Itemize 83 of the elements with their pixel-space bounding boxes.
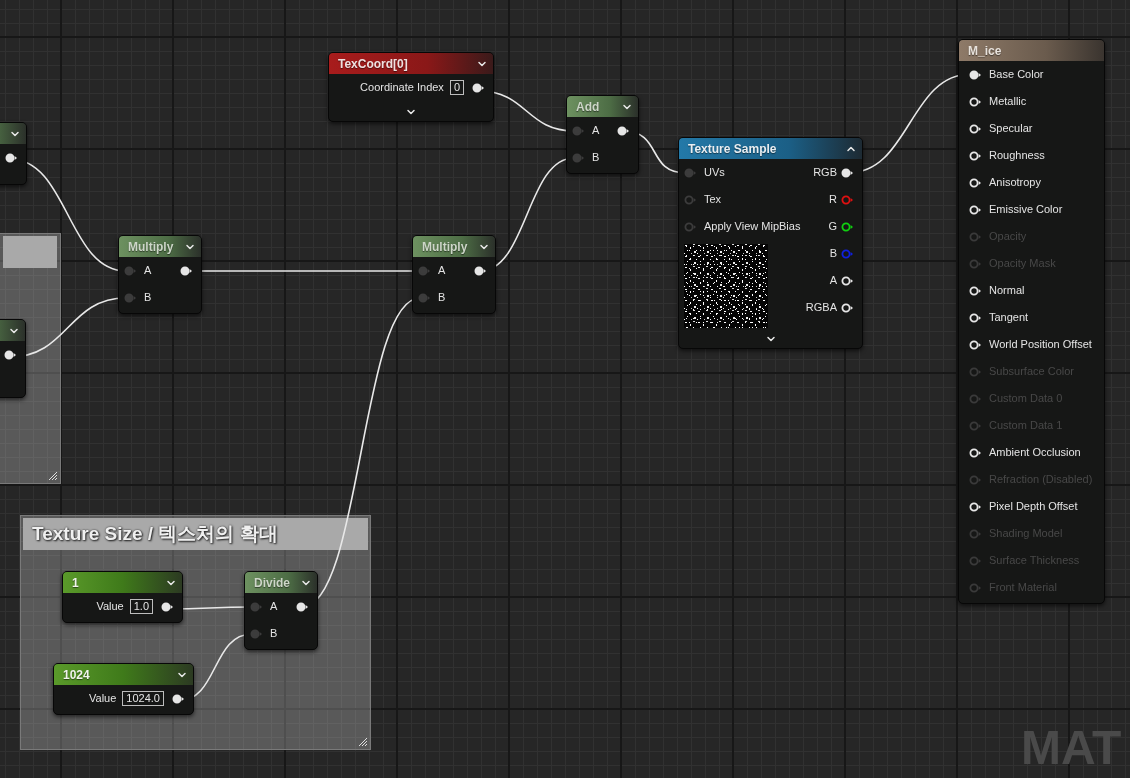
pin-icon[interactable] bbox=[969, 312, 983, 323]
node-title: M_ice bbox=[968, 42, 1002, 60]
node-title: Texture Sample bbox=[688, 140, 777, 158]
pin-icon[interactable] bbox=[969, 447, 983, 458]
pin-icon[interactable] bbox=[841, 167, 855, 178]
pin-label: Tangent bbox=[989, 310, 1029, 326]
pin-label: World Position Offset bbox=[989, 337, 1092, 353]
pin-label: Ambient Occlusion bbox=[989, 445, 1081, 461]
pin-label: Roughness bbox=[989, 148, 1045, 164]
pin-icon[interactable] bbox=[969, 69, 983, 80]
node-title: Multiply bbox=[422, 238, 468, 256]
pin-label: Base Color bbox=[989, 67, 1044, 83]
pin-label: UVs bbox=[704, 165, 725, 181]
node[interactable]: 1 Value 1.0 bbox=[62, 571, 183, 623]
pin-label: A bbox=[592, 123, 600, 139]
pin-label: A bbox=[270, 599, 278, 615]
pin-icon[interactable] bbox=[969, 123, 983, 134]
resize-handle-icon[interactable] bbox=[358, 737, 368, 747]
pin-label: Metallic bbox=[989, 94, 1027, 110]
pin-label: A bbox=[829, 273, 837, 289]
value-field[interactable]: 1.0 bbox=[129, 599, 153, 614]
pin-icon[interactable] bbox=[969, 204, 983, 215]
node[interactable]: Multiply A B bbox=[118, 235, 202, 314]
node-title: Divide bbox=[254, 574, 290, 592]
pin-label: Normal bbox=[989, 283, 1025, 299]
node[interactable]: TexCoord[0] Coordinate Index 0 bbox=[328, 52, 494, 122]
node[interactable]: Add A B bbox=[566, 95, 639, 174]
pin-label: B bbox=[829, 246, 837, 262]
resize-handle-icon[interactable] bbox=[48, 471, 58, 481]
pin-label: Specular bbox=[989, 121, 1033, 137]
property-label: Value bbox=[96, 599, 124, 615]
node-title: TexCoord[0] bbox=[338, 55, 408, 73]
node-title: 1024 bbox=[63, 666, 90, 684]
pin-label: B bbox=[270, 626, 278, 642]
pin-icon[interactable] bbox=[617, 125, 631, 136]
pin-icon[interactable] bbox=[969, 150, 983, 161]
node[interactable] bbox=[958, 39, 1105, 604]
pin-label: B bbox=[144, 290, 152, 306]
node-header[interactable]: TexCoord[0] bbox=[329, 53, 493, 74]
pin-icon[interactable] bbox=[296, 601, 310, 612]
pin-label: Emissive Color bbox=[989, 202, 1063, 218]
pin-label: Anisotropy bbox=[989, 175, 1041, 191]
node-title: Add bbox=[576, 98, 600, 116]
property-label: Value bbox=[89, 691, 117, 707]
pin-label: RGBA bbox=[805, 300, 837, 316]
pin-label: B bbox=[438, 290, 446, 306]
node[interactable]: Divide A B bbox=[244, 571, 318, 650]
pin-label: Pixel Depth Offset bbox=[989, 499, 1078, 515]
pin-icon[interactable] bbox=[841, 221, 855, 232]
pin-icon[interactable] bbox=[841, 275, 855, 286]
pin-label: Apply View MipBias bbox=[704, 219, 801, 235]
property-label: Coordinate Index bbox=[360, 80, 444, 96]
pin-icon[interactable] bbox=[4, 349, 18, 360]
node-title: 1 bbox=[72, 574, 79, 592]
value-field[interactable]: 1024.0 bbox=[122, 691, 164, 706]
comment-title: Texture Size / 텍스처의 확대 bbox=[32, 521, 278, 546]
pin-label: A bbox=[144, 263, 152, 279]
pin-icon[interactable] bbox=[474, 265, 488, 276]
value-field[interactable]: 0 bbox=[449, 80, 464, 95]
pin-icon[interactable] bbox=[841, 302, 855, 313]
pin-label: B bbox=[592, 150, 600, 166]
pin-icon[interactable] bbox=[172, 693, 186, 704]
pin-icon[interactable] bbox=[969, 177, 983, 188]
pin-label: A bbox=[438, 263, 446, 279]
pin-icon[interactable] bbox=[5, 152, 19, 163]
node-header[interactable]: 1024 bbox=[54, 664, 193, 685]
pin-icon[interactable] bbox=[969, 501, 983, 512]
pin-label: RGB bbox=[813, 165, 837, 181]
pin-label: R bbox=[829, 192, 837, 208]
node-title: Multiply bbox=[128, 238, 174, 256]
pin-icon[interactable] bbox=[969, 96, 983, 107]
pin-icon[interactable] bbox=[969, 339, 983, 350]
node[interactable]: Multiply A B bbox=[412, 235, 496, 314]
pin-icon[interactable] bbox=[161, 601, 175, 612]
pin-icon[interactable] bbox=[472, 82, 486, 93]
node-header[interactable]: M_ice bbox=[959, 40, 1104, 61]
pin-icon[interactable] bbox=[180, 265, 194, 276]
pin-label: Tex bbox=[704, 192, 722, 208]
node[interactable]: 1024 Value 1024.0 bbox=[53, 663, 194, 715]
node-header[interactable]: Texture Sample bbox=[679, 138, 862, 159]
pin-label: G bbox=[828, 219, 837, 235]
node[interactable]: Texture Sample UVs Tex Apply View MipBias RGB R G B A RGBA bbox=[678, 137, 863, 349]
pin-icon[interactable] bbox=[969, 285, 983, 296]
